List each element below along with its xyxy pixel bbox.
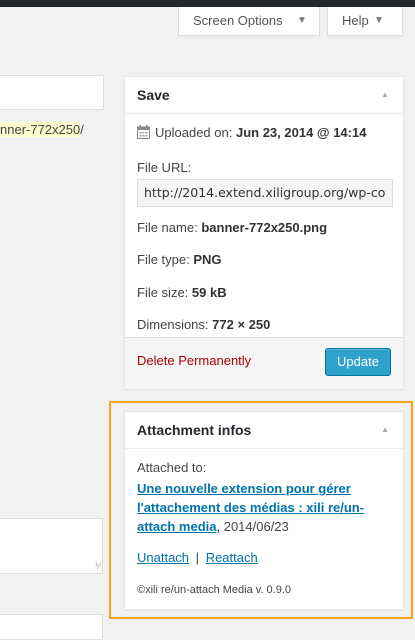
plugin-credit: ©xili re/un-attach Media v. 0.9.0 xyxy=(137,584,292,596)
save-box: Save ▲ Uploaded on: Jun 23, 2014 @ 14:14… xyxy=(124,76,404,390)
help-button[interactable]: Help ▼ xyxy=(327,7,403,36)
dimensions-label: Dimensions: xyxy=(137,317,209,332)
file-size: File size: 59 kB xyxy=(137,285,227,300)
attachment-infos-title: Attachment infos xyxy=(137,422,252,438)
major-publishing-actions: Delete Permanently Update xyxy=(125,337,403,389)
file-type-label: File type: xyxy=(137,252,190,267)
post-link-line1: Une nouvelle extension pour gérer xyxy=(137,481,351,496)
attached-post: Une nouvelle extension pour gérer l'attac… xyxy=(137,479,395,536)
file-type: File type: PNG xyxy=(137,252,222,267)
file-type-value: PNG xyxy=(193,252,222,267)
resize-handle-icon[interactable]: ⅟ xyxy=(95,561,100,572)
alt-text-input[interactable] xyxy=(0,614,103,640)
attachment-infos-header[interactable]: Attachment infos ▲ xyxy=(125,412,403,449)
uploaded-label: Uploaded on: xyxy=(155,125,233,140)
file-name-label: File name: xyxy=(137,220,198,235)
unattach-link[interactable]: Unattach xyxy=(137,550,189,565)
admin-bar xyxy=(0,0,415,7)
calendar-icon xyxy=(137,125,150,139)
attachment-infos-box: Attachment infos ▲ Attached to: Une nouv… xyxy=(124,411,404,610)
update-button[interactable]: Update xyxy=(325,348,391,376)
permalink-slug[interactable]: nner-772x250 xyxy=(0,122,81,137)
dimensions: Dimensions: 772 × 250 xyxy=(137,317,270,332)
file-size-value: 59 kB xyxy=(191,285,227,300)
caption-textarea[interactable]: ⅟ xyxy=(0,518,103,574)
save-box-header[interactable]: Save ▲ xyxy=(125,77,403,114)
file-url-field[interactable]: http://2014.extend.xiligroup.org/wp-co xyxy=(137,179,393,207)
attach-actions: Unattach | Reattach xyxy=(137,550,258,565)
file-name: File name: banner-772x250.png xyxy=(137,220,327,235)
reattach-link[interactable]: Reattach xyxy=(206,550,258,565)
post-link-line3: attach media xyxy=(137,519,217,534)
separator: | xyxy=(195,550,200,565)
file-size-label: File size: xyxy=(137,285,189,300)
delete-permanently-link[interactable]: Delete Permanently xyxy=(137,353,251,368)
attached-post-date: , 2014/06/23 xyxy=(216,519,289,534)
dimensions-value: 772 × 250 xyxy=(212,317,271,332)
collapse-toggle-icon[interactable]: ▲ xyxy=(381,412,389,448)
chevron-down-icon: ▼ xyxy=(297,15,307,26)
uploaded-on: Uploaded on: Jun 23, 2014 @ 14:14 xyxy=(137,125,366,140)
permalink: nner-772x250/ xyxy=(0,122,84,137)
screen-options-label: Screen Options xyxy=(193,13,283,28)
file-url-label: File URL: xyxy=(137,160,192,175)
screen-options-button[interactable]: Screen Options ▼ xyxy=(178,7,320,36)
attached-to-label: Attached to: xyxy=(137,460,207,475)
post-link-line2: l'attachement des médias : xili re/un- xyxy=(137,500,365,515)
save-box-title: Save xyxy=(137,87,170,103)
permalink-end: / xyxy=(80,122,84,137)
collapse-toggle-icon[interactable]: ▲ xyxy=(381,77,389,113)
title-input[interactable] xyxy=(0,75,104,110)
chevron-down-icon: ▼ xyxy=(374,15,384,26)
help-label: Help xyxy=(342,13,369,28)
file-name-value: banner-772x250.png xyxy=(201,220,328,235)
uploaded-value: Jun 23, 2014 @ 14:14 xyxy=(235,125,367,140)
